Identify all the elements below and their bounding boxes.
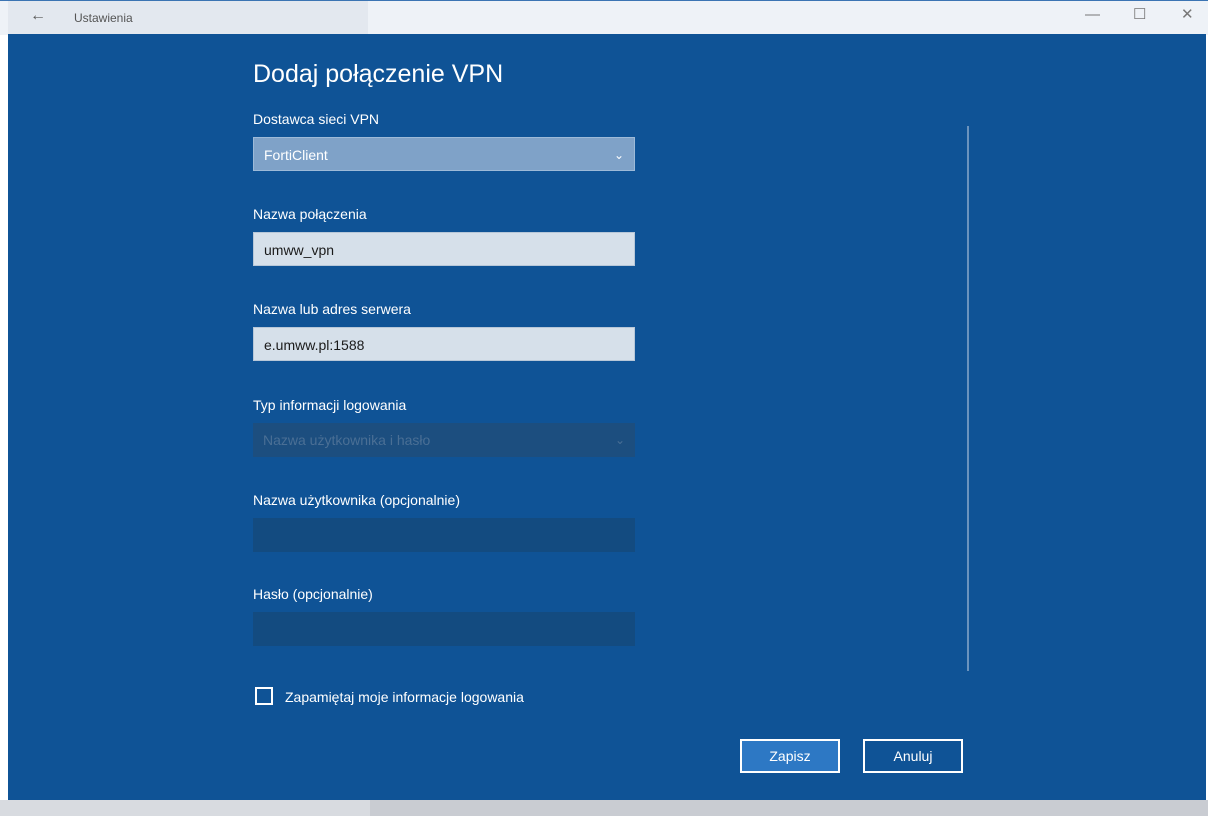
- minimize-icon[interactable]: —: [1085, 7, 1100, 22]
- password-input[interactable]: [253, 612, 635, 646]
- username-label: Nazwa użytkownika (opcjonalnie): [253, 492, 460, 508]
- title-bar: ← Ustawienia — ☐ ✕: [0, 0, 1208, 35]
- vpn-provider-select[interactable]: FortiClient ⌄: [253, 137, 635, 171]
- taskbar-strip-right: [370, 800, 1208, 816]
- vpn-provider-label: Dostawca sieci VPN: [253, 111, 380, 127]
- server-address-label: Nazwa lub adres serwera: [253, 301, 411, 317]
- cancel-button[interactable]: Anuluj: [863, 739, 963, 773]
- add-vpn-dialog: Dodaj połączenie VPN Dostawca sieci VPN …: [8, 34, 1206, 800]
- save-button[interactable]: Zapisz: [740, 739, 840, 773]
- signin-type-select: Nazwa użytkownika i hasło ⌄: [253, 423, 635, 457]
- title-bar-left: [8, 1, 368, 35]
- remember-signin-label: Zapamiętaj moje informacje logowania: [285, 689, 524, 705]
- window-title: Ustawienia: [74, 11, 133, 25]
- server-address-input[interactable]: e.umww.pl:1588: [253, 327, 635, 361]
- server-address-value: e.umww.pl:1588: [264, 337, 365, 353]
- connection-name-value: umww_vpn: [264, 242, 335, 258]
- dialog-heading: Dodaj połączenie VPN: [253, 60, 504, 88]
- chevron-down-icon: ⌄: [614, 433, 625, 447]
- close-icon[interactable]: ✕: [1181, 7, 1194, 22]
- signin-type-label: Typ informacji logowania: [253, 397, 407, 413]
- scrollbar[interactable]: [967, 126, 969, 671]
- vpn-provider-value: FortiClient: [264, 147, 328, 163]
- connection-name-input[interactable]: umww_vpn: [253, 232, 635, 266]
- chevron-down-icon: ⌄: [613, 148, 624, 162]
- remember-signin-checkbox[interactable]: [255, 687, 273, 705]
- maximize-icon[interactable]: ☐: [1133, 7, 1146, 22]
- arrow-left-icon[interactable]: ←: [30, 8, 46, 24]
- username-input[interactable]: [253, 518, 635, 552]
- password-label: Hasło (opcjonalnie): [253, 586, 373, 602]
- signin-type-value: Nazwa użytkownika i hasło: [263, 432, 431, 448]
- connection-name-label: Nazwa połączenia: [253, 206, 367, 222]
- settings-window: ← Ustawienia — ☐ ✕ Dodaj połączenie VPN …: [0, 0, 1208, 816]
